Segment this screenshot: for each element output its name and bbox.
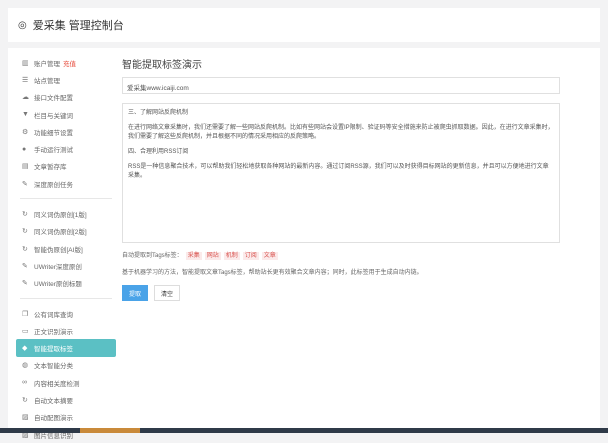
play-icon: ●	[22, 146, 34, 153]
content-textarea[interactable]: 三、了解网站反爬机制 在进行网络文章采集时，我们还需要了解一些网站反爬机制。比如…	[122, 103, 560, 243]
sidebar-item-label: 手动运行测试	[34, 144, 73, 154]
sidebar-item[interactable]: ✎UWriter深度原创	[16, 257, 116, 274]
sidebar-item-label: 同义词伪原创[2版]	[34, 226, 87, 236]
sidebar-item[interactable]: ↻同义词伪原创[1版]	[16, 205, 116, 222]
copy-icon: ❐	[22, 310, 34, 318]
sidebar-item[interactable]: ▼栏目与关键词	[16, 106, 116, 123]
sidebar-item-label: 同义词伪原创[1版]	[34, 209, 87, 219]
sidebar-item-label: 接口文件配置	[34, 92, 73, 102]
edit-icon: ✎	[22, 180, 34, 188]
sidebar-item[interactable]: ✎深度原创任务	[16, 175, 116, 192]
clear-button[interactable]: 清空	[154, 285, 180, 301]
page-title: 智能提取标签演示	[122, 56, 562, 71]
sidebar-item-label: UWriter深度原创	[34, 261, 82, 271]
sidebar-item[interactable]: ●手动运行测试	[16, 140, 116, 157]
description: 基于机器学习的方法，智能提取文章Tags标签，帮助站长更有效聚合文章内容；同时，…	[122, 267, 562, 276]
tag: 机制	[224, 252, 240, 260]
sidebar: ▥账户管理充值☰站点管理☁接口文件配置▼栏目与关键词⚙功能细节设置●手动运行测试…	[16, 54, 116, 443]
list-icon: ☰	[22, 76, 34, 84]
sidebar-item-label: 文本智能分类	[34, 360, 73, 370]
tags-label: 自动提取到Tags标签：	[122, 253, 183, 259]
sidebar-item-label: 栏目与关键词	[34, 110, 73, 120]
taskbar-item[interactable]	[80, 428, 140, 433]
refresh-icon: ↻	[22, 396, 34, 404]
tag-icon: ◆	[22, 344, 34, 352]
edit-icon: ✎	[22, 279, 34, 287]
globe-icon: ◍	[22, 361, 34, 369]
sidebar-item-label: 公有词库查询	[34, 309, 73, 319]
sidebar-item[interactable]: ▥账户管理充值	[16, 54, 116, 71]
monitor-icon: ▭	[22, 327, 34, 335]
sidebar-item-label: 功能细节设置	[34, 127, 73, 137]
main-panel: 智能提取标签演示 爱采集www.icaiji.com 三、了解网站反爬机制 在进…	[122, 54, 562, 301]
sidebar-item-label: 内容相关度检测	[34, 378, 80, 388]
sidebar-item-label: 智能伪原创[AI版]	[34, 244, 83, 254]
app-header: ◎ 爱采集 管理控制台	[8, 8, 600, 42]
textarea-line: 在进行网络文章采集时，我们还需要了解一些网站反爬机制。比如有些网站会设置IP限制…	[128, 124, 554, 142]
trash-icon: ▤	[22, 162, 34, 170]
sidebar-item[interactable]: ▤文章暂存库	[16, 158, 116, 175]
sidebar-item[interactable]: ▨自动配图演示	[16, 409, 116, 426]
sidebar-item[interactable]: ⚙功能细节设置	[16, 123, 116, 140]
extract-button[interactable]: 提取	[122, 285, 148, 301]
link-icon: ∞	[22, 379, 34, 386]
source-input[interactable]: 爱采集www.icaiji.com	[122, 77, 560, 94]
filter-icon: ▼	[22, 111, 34, 118]
sidebar-item-label: UWriter原创标题	[34, 278, 82, 288]
sidebar-item-label: 站点管理	[34, 75, 60, 85]
sidebar-item-label: 深度原创任务	[34, 179, 73, 189]
bar-chart-icon: ▥	[22, 59, 34, 67]
sidebar-item[interactable]: ☰站点管理	[16, 71, 116, 88]
tag: 订阅	[243, 252, 259, 260]
sidebar-item[interactable]: ✎UWriter原创标题	[16, 275, 116, 292]
sidebar-divider	[20, 298, 112, 299]
sidebar-item-label: 正文识别演示	[34, 326, 73, 336]
tags-result: 自动提取到Tags标签：采集网站机制订阅文章	[122, 250, 562, 259]
tag: 网站	[205, 252, 221, 260]
sidebar-divider	[20, 198, 112, 199]
sidebar-item-label: 账户管理	[34, 58, 60, 68]
refresh-icon: ↻	[22, 210, 34, 218]
textarea-line: 四、合理利用RSS订阅	[128, 148, 554, 157]
sidebar-item-label: 自动文本摘要	[34, 395, 73, 405]
textarea-line: 三、了解网站反爬机制	[128, 109, 554, 118]
sidebar-item[interactable]: ↻自动文本摘要	[16, 391, 116, 408]
refresh-icon: ↻	[22, 245, 34, 253]
sidebar-item-label: 文章暂存库	[34, 161, 67, 171]
sidebar-item[interactable]: ◍文本智能分类	[16, 357, 116, 374]
sidebar-item[interactable]: ☁接口文件配置	[16, 89, 116, 106]
sidebar-item[interactable]: ❐公有词库查询	[16, 305, 116, 322]
tag: 采集	[186, 252, 202, 260]
target-icon: ◎	[18, 20, 27, 31]
sidebar-item[interactable]: ▭正文识别演示	[16, 322, 116, 339]
recharge-badge[interactable]: 充值	[63, 58, 76, 68]
image-icon: ▨	[22, 413, 34, 421]
refresh-icon: ↻	[22, 227, 34, 235]
sidebar-item-label: 智能提取标签	[34, 343, 73, 353]
gears-icon: ⚙	[22, 128, 34, 136]
content-card: ▥账户管理充值☰站点管理☁接口文件配置▼栏目与关键词⚙功能细节设置●手动运行测试…	[8, 48, 600, 428]
taskbar	[0, 428, 608, 433]
sidebar-item[interactable]: ↻同义词伪原创[2版]	[16, 223, 116, 240]
sidebar-item[interactable]: ◆智能提取标签	[16, 339, 116, 356]
textarea-line: RSS是一种信息聚合技术，可以帮助我们轻松地获取各种网站的最新内容。通过订阅RS…	[128, 163, 554, 181]
app-title: 爱采集 管理控制台	[33, 17, 124, 33]
edit-icon: ✎	[22, 262, 34, 270]
sidebar-item[interactable]: ↻智能伪原创[AI版]	[16, 240, 116, 257]
sidebar-item[interactable]: ∞内容相关度检测	[16, 374, 116, 391]
cloud-icon: ☁	[22, 93, 34, 101]
tag: 文章	[262, 252, 278, 260]
sidebar-item-label: 自动配图演示	[34, 412, 73, 422]
